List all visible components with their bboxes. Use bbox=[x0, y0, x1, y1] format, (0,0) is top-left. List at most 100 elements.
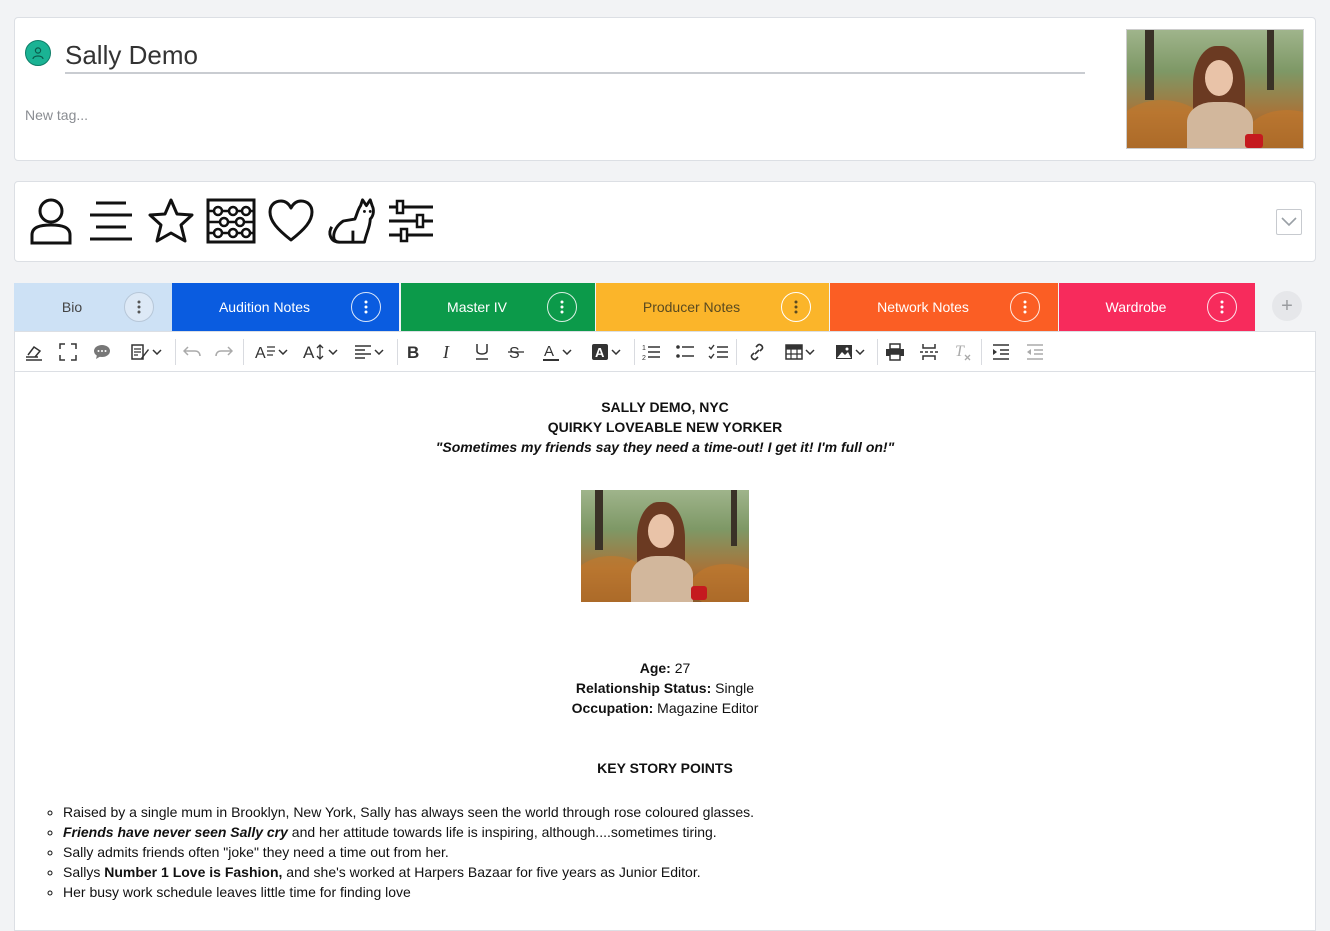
doc-subheading: QUIRKY LOVEABLE NEW YORKER bbox=[547, 419, 783, 435]
relationship-label: Relationship Status: bbox=[575, 680, 712, 696]
emphasis-text: Friends have never seen Sally cry bbox=[63, 824, 288, 840]
outdent-button[interactable] bbox=[1024, 338, 1046, 366]
indent-button[interactable] bbox=[990, 338, 1012, 366]
tab-menu-button[interactable] bbox=[547, 292, 577, 322]
category-icons-card bbox=[14, 181, 1316, 262]
notes-tabs: Bio Audition Notes Master IV Producer No… bbox=[14, 283, 1316, 331]
heart-icon[interactable] bbox=[266, 196, 316, 246]
tab-bio[interactable]: Bio bbox=[14, 283, 172, 331]
link-button[interactable] bbox=[746, 338, 768, 366]
font-size-dropdown[interactable]: A bbox=[300, 338, 340, 366]
tab-master-iv[interactable]: Master IV bbox=[401, 283, 595, 331]
clear-format-icon: T bbox=[955, 343, 971, 361]
underline-button[interactable] bbox=[471, 338, 493, 366]
new-tag-input[interactable] bbox=[25, 104, 425, 126]
tab-label: Wardrobe bbox=[1105, 299, 1167, 315]
kebab-icon bbox=[560, 300, 564, 314]
background-color-dropdown[interactable]: A bbox=[586, 338, 626, 366]
list-item: Sally admits friends often "joke" they n… bbox=[63, 842, 754, 862]
table-dropdown[interactable] bbox=[780, 338, 820, 366]
page-break-button[interactable] bbox=[918, 338, 940, 366]
clear-formatting-brush-button[interactable] bbox=[23, 338, 45, 366]
tab-menu-button[interactable] bbox=[781, 292, 811, 322]
add-tab-button[interactable]: + bbox=[1272, 291, 1302, 321]
character-photo[interactable] bbox=[1126, 29, 1304, 149]
doc-quote: "Sometimes my friends say they need a ti… bbox=[435, 439, 895, 455]
tab-menu-button[interactable] bbox=[1010, 292, 1040, 322]
key-points-title: KEY STORY POINTS bbox=[597, 760, 733, 776]
story-points-list: Raised by a single mum in Brooklyn, New … bbox=[35, 802, 754, 902]
highlight-icon: A bbox=[592, 344, 608, 360]
page-break-icon bbox=[920, 344, 938, 360]
tab-wardrobe[interactable]: Wardrobe bbox=[1059, 283, 1255, 331]
tab-producer-notes[interactable]: Producer Notes bbox=[596, 283, 829, 331]
tab-label: Producer Notes bbox=[642, 299, 741, 315]
caret-down-icon bbox=[328, 349, 338, 355]
eraser-icon bbox=[26, 345, 42, 361]
print-button[interactable] bbox=[884, 338, 906, 366]
abacus-icon[interactable] bbox=[206, 196, 256, 246]
text-color-dropdown[interactable]: A bbox=[537, 338, 577, 366]
fullscreen-button[interactable] bbox=[57, 338, 79, 366]
fullscreen-icon bbox=[59, 343, 77, 361]
bullet-list-button[interactable] bbox=[674, 338, 696, 366]
caret-down-icon bbox=[855, 349, 865, 355]
indent-icon bbox=[993, 344, 1009, 360]
font-size-icon: A bbox=[303, 343, 324, 361]
caret-down-icon bbox=[278, 349, 288, 355]
print-icon bbox=[886, 343, 904, 361]
ordered-list-icon: 12 bbox=[642, 345, 660, 361]
svg-text:A: A bbox=[544, 343, 554, 360]
relationship-line: Relationship Status: Single bbox=[15, 678, 1315, 698]
align-dropdown[interactable] bbox=[349, 338, 389, 366]
tab-label: Bio bbox=[61, 299, 83, 315]
list-item: Friends have never seen Sally cry and he… bbox=[63, 822, 754, 842]
caret-down-icon bbox=[611, 349, 621, 355]
paragraph-style-dropdown[interactable]: A bbox=[251, 338, 291, 366]
svg-text:I: I bbox=[442, 344, 450, 360]
svg-text:A: A bbox=[255, 345, 266, 361]
remove-format-button[interactable]: T bbox=[952, 338, 974, 366]
image-dropdown[interactable] bbox=[830, 338, 870, 366]
redo-button[interactable] bbox=[213, 338, 235, 366]
text-style-icon: A bbox=[255, 345, 275, 361]
comment-icon bbox=[94, 345, 110, 359]
list-item-text: and her attitude towards life is inspiri… bbox=[287, 824, 717, 840]
age-value: 27 bbox=[670, 660, 691, 676]
text-color-icon: A bbox=[543, 343, 559, 361]
sliders-icon[interactable] bbox=[386, 196, 436, 246]
kebab-icon bbox=[137, 300, 141, 314]
checklist-icon bbox=[708, 344, 728, 360]
templates-dropdown[interactable] bbox=[124, 338, 168, 366]
tab-menu-button[interactable] bbox=[1207, 292, 1237, 322]
bio-photo[interactable] bbox=[581, 490, 749, 602]
doc-heading: SALLY DEMO, NYC bbox=[601, 399, 729, 415]
editor-content[interactable]: SALLY DEMO, NYC QUIRKY LOVEABLE NEW YORK… bbox=[15, 373, 1315, 930]
star-icon[interactable] bbox=[146, 196, 196, 246]
bold-icon: B bbox=[407, 344, 419, 360]
checklist-button[interactable] bbox=[707, 338, 729, 366]
tab-menu-button[interactable] bbox=[124, 292, 154, 322]
caret-down-icon bbox=[805, 349, 815, 355]
lines-icon[interactable] bbox=[86, 196, 136, 246]
ordered-list-button[interactable]: 12 bbox=[640, 338, 662, 366]
undo-button[interactable] bbox=[181, 338, 203, 366]
bold-button[interactable]: B bbox=[403, 338, 425, 366]
strikethrough-button[interactable]: S bbox=[505, 338, 527, 366]
caret-down-icon bbox=[152, 349, 162, 355]
undo-icon bbox=[183, 346, 201, 357]
tab-audition-notes[interactable]: Audition Notes bbox=[172, 283, 399, 331]
character-name-input[interactable] bbox=[65, 38, 1085, 74]
chevron-down-icon bbox=[1281, 217, 1297, 227]
table-icon bbox=[785, 344, 803, 360]
outdent-icon bbox=[1027, 344, 1043, 360]
comment-button[interactable] bbox=[91, 338, 113, 366]
tab-label: Master IV bbox=[447, 299, 507, 315]
italic-button[interactable]: I bbox=[437, 338, 459, 366]
collapse-button[interactable] bbox=[1276, 209, 1302, 235]
person-icon[interactable] bbox=[26, 196, 76, 246]
tab-network-notes[interactable]: Network Notes bbox=[830, 283, 1058, 331]
italic-icon: I bbox=[442, 344, 450, 360]
cat-icon[interactable] bbox=[326, 196, 376, 246]
tab-menu-button[interactable] bbox=[351, 292, 381, 322]
